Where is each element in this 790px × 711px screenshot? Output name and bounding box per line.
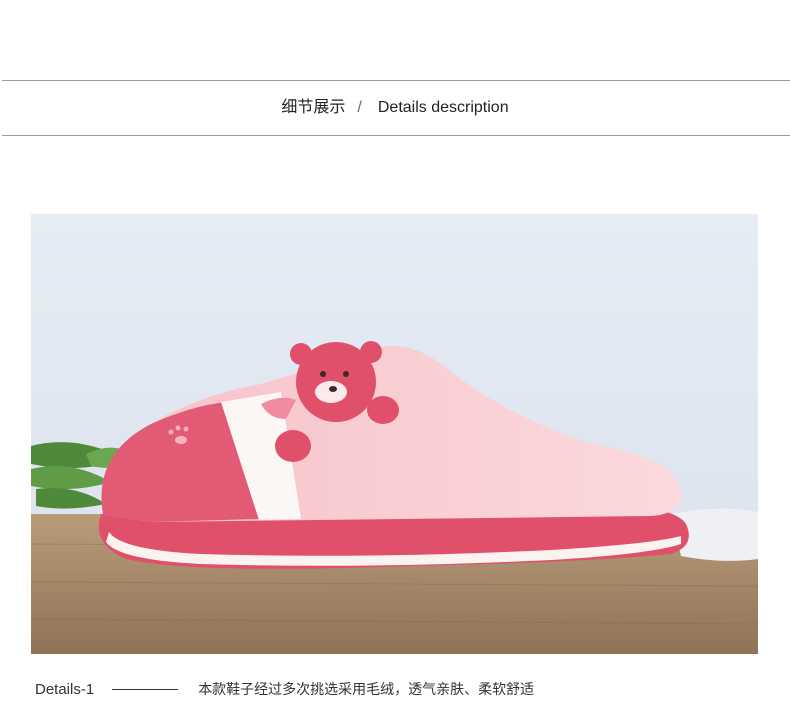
caption-text: 本款鞋子经过多次挑选采用毛绒，透气亲肤、柔软舒适 [198,681,535,697]
section-header: 细节展示 / Details description [0,96,790,120]
header-bottom-rule [2,135,790,136]
section-title-en: Details description [377,99,509,116]
detail-caption: Details-1 本款鞋子经过多次挑选采用毛绒，透气亲肤、柔软舒适 [35,678,534,700]
caption-label: Details-1 [35,680,95,698]
product-photo [31,214,758,654]
caption-divider [112,688,179,690]
header-top-rule [2,80,790,81]
section-title-cn: 细节展示 [281,99,346,116]
title-separator: / [357,99,362,116]
